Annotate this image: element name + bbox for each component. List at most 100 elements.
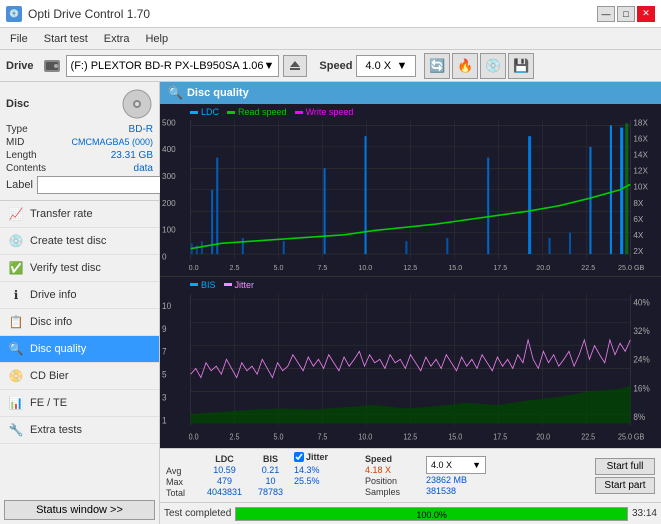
read-speed-legend-dot xyxy=(227,111,235,114)
verify-disc-icon: ✅ xyxy=(8,260,24,276)
svg-text:2X: 2X xyxy=(633,246,643,256)
disc-button[interactable]: 💿 xyxy=(480,53,506,79)
cd-bier-label: CD Bier xyxy=(30,370,69,382)
svg-text:9: 9 xyxy=(162,323,167,334)
svg-text:12.5: 12.5 xyxy=(403,431,417,440)
samples-label: Samples xyxy=(365,487,420,497)
sidebar-item-verify-test-disc[interactable]: ✅ Verify test disc xyxy=(0,255,159,282)
ldc-legend-dot xyxy=(190,111,198,114)
jitter-legend-label: Jitter xyxy=(235,280,255,290)
sidebar-item-cd-bier[interactable]: 📀 CD Bier xyxy=(0,363,159,390)
drive-value: (F:) PLEXTOR BD-R PX-LB950SA 1.06 xyxy=(71,60,264,72)
svg-text:7: 7 xyxy=(162,346,167,357)
verify-disc-label: Verify test disc xyxy=(30,262,101,274)
menu-extra[interactable]: Extra xyxy=(98,31,136,47)
menu-file[interactable]: File xyxy=(4,31,34,47)
save-button[interactable]: 💾 xyxy=(508,53,534,79)
svg-text:400: 400 xyxy=(162,144,176,154)
length-val: 23.31 GB xyxy=(111,150,153,161)
status-window-button[interactable]: Status window >> xyxy=(4,500,155,520)
svg-text:0.0: 0.0 xyxy=(189,263,199,272)
svg-text:22.5: 22.5 xyxy=(581,263,595,272)
lower-legend: BIS Jitter xyxy=(190,280,254,290)
sidebar-item-drive-info[interactable]: ℹ Drive info xyxy=(0,282,159,309)
progress-text: 100.0% xyxy=(236,508,627,522)
svg-text:0: 0 xyxy=(162,251,167,261)
fe-te-icon: 📊 xyxy=(8,395,24,411)
disc-info-icon: 📋 xyxy=(8,314,24,330)
maximize-button[interactable]: □ xyxy=(617,6,635,22)
close-button[interactable]: ✕ xyxy=(637,6,655,22)
mid-key: MID xyxy=(6,137,24,148)
write-speed-legend-dot xyxy=(295,111,303,114)
sidebar-item-extra-tests[interactable]: 🔧 Extra tests xyxy=(0,417,159,444)
svg-text:100: 100 xyxy=(162,224,176,234)
eject-button[interactable] xyxy=(283,55,307,77)
speed-label: Speed xyxy=(319,60,352,72)
speed-header: Speed xyxy=(365,454,420,464)
read-speed-legend-label: Read speed xyxy=(238,107,287,117)
svg-text:10.0: 10.0 xyxy=(358,431,372,440)
upper-legend: LDC Read speed Write speed xyxy=(190,107,353,117)
svg-text:6X: 6X xyxy=(633,214,643,224)
avg-jitter: 14.3% xyxy=(294,465,359,475)
progress-bar: 100.0% xyxy=(235,507,628,521)
extra-tests-label: Extra tests xyxy=(30,424,82,436)
svg-text:12X: 12X xyxy=(633,165,648,175)
svg-text:32%: 32% xyxy=(633,325,650,336)
type-val: BD-R xyxy=(129,124,153,135)
disc-image xyxy=(121,88,153,120)
length-key: Length xyxy=(6,150,37,161)
svg-text:40%: 40% xyxy=(633,297,650,308)
svg-text:15.0: 15.0 xyxy=(448,431,462,440)
menu-help[interactable]: Help xyxy=(139,31,174,47)
start-part-button[interactable]: Start part xyxy=(595,477,655,494)
svg-text:16X: 16X xyxy=(633,133,648,143)
upper-chart: LDC Read speed Write speed xyxy=(160,104,661,277)
svg-text:10.0: 10.0 xyxy=(358,263,372,272)
jitter-checkbox[interactable] xyxy=(294,452,304,462)
refresh-button[interactable]: 🔄 xyxy=(424,53,450,79)
sidebar-item-fe-te[interactable]: 📊 FE / TE xyxy=(0,390,159,417)
svg-text:2.5: 2.5 xyxy=(230,431,240,440)
speed-value: 4.0 X xyxy=(365,60,391,72)
start-full-button[interactable]: Start full xyxy=(595,458,655,475)
menu-bar: File Start test Extra Help xyxy=(0,28,661,50)
label-input[interactable] xyxy=(37,176,175,194)
transfer-rate-label: Transfer rate xyxy=(30,208,93,220)
disc-quality-label: Disc quality xyxy=(30,343,86,355)
minimize-button[interactable]: — xyxy=(597,6,615,22)
sidebar: Disc Type BD-R MID CMCMAGBA5 (000) xyxy=(0,82,160,524)
sidebar-item-transfer-rate[interactable]: 📈 Transfer rate xyxy=(0,201,159,228)
bis-legend-dot xyxy=(190,283,198,286)
sidebar-item-disc-quality[interactable]: 🔍 Disc quality xyxy=(0,336,159,363)
svg-text:10: 10 xyxy=(162,300,171,311)
svg-text:5.0: 5.0 xyxy=(273,263,283,272)
svg-text:18X: 18X xyxy=(633,117,648,127)
window-controls: — □ ✕ xyxy=(597,6,655,22)
svg-text:5: 5 xyxy=(162,369,167,380)
disc-panel: Disc Type BD-R MID CMCMAGBA5 (000) xyxy=(0,82,159,201)
samples-val: 381538 xyxy=(426,486,486,496)
svg-text:7.5: 7.5 xyxy=(317,263,327,272)
drive-info-icon: ℹ xyxy=(8,287,24,303)
svg-text:300: 300 xyxy=(162,171,176,181)
disc-quality-header-icon: 🔍 xyxy=(168,86,183,100)
sidebar-item-disc-info[interactable]: 📋 Disc info xyxy=(0,309,159,336)
svg-text:17.5: 17.5 xyxy=(493,431,507,440)
sidebar-item-create-test-disc[interactable]: 💿 Create test disc xyxy=(0,228,159,255)
lower-chart-svg: 1 3 5 7 9 10 40% 32% 24% 16% 8% 0.0 xyxy=(160,277,661,449)
stats-speed-dropdown[interactable]: 4.0 X ▼ xyxy=(426,456,486,474)
avg-speed: 4.18 X xyxy=(365,465,420,475)
drive-select[interactable]: (F:) PLEXTOR BD-R PX-LB950SA 1.06 ▼ xyxy=(66,55,280,77)
svg-text:8X: 8X xyxy=(633,198,643,208)
menu-start-test[interactable]: Start test xyxy=(38,31,94,47)
jitter-legend-dot xyxy=(224,283,232,286)
app-title: Opti Drive Control 1.70 xyxy=(28,7,150,21)
drive-label: Drive xyxy=(6,60,34,72)
speed-select[interactable]: 4.0 X ▼ xyxy=(356,55,416,77)
burn-button[interactable]: 🔥 xyxy=(452,53,478,79)
toolbar-actions: 🔄 🔥 💿 💾 xyxy=(424,53,534,79)
disc-panel-label: Disc xyxy=(6,98,29,110)
disc-info-label: Disc info xyxy=(30,316,72,328)
